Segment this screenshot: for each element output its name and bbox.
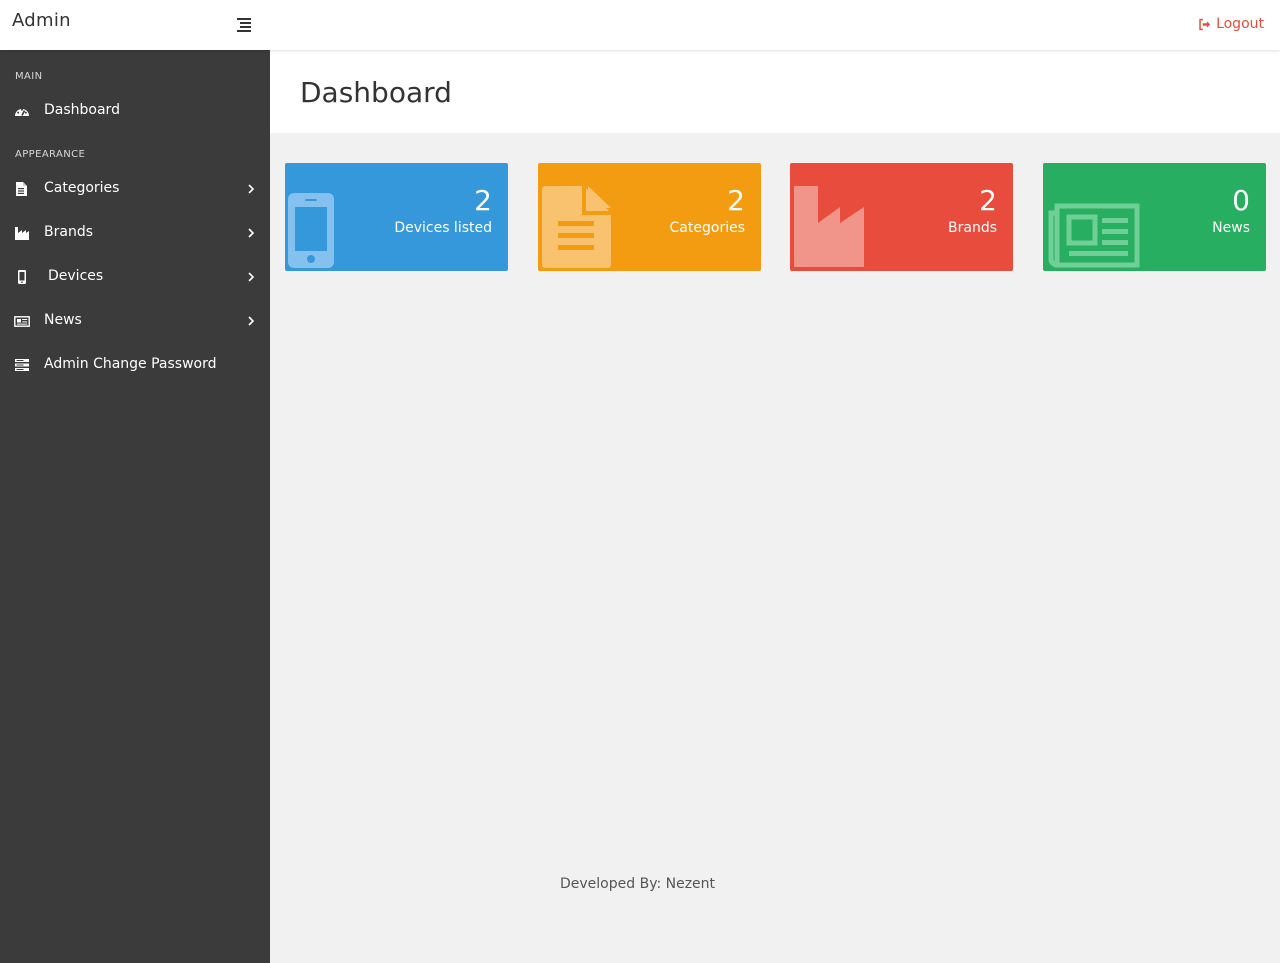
stat-count: 2 <box>727 184 745 217</box>
newspaper-icon <box>1048 203 1140 268</box>
newspaper-icon <box>14 316 30 327</box>
sidebar-item-categories[interactable]: Categories <box>0 171 270 207</box>
server-icon <box>15 359 29 371</box>
stat-card-news[interactable]: 0 News <box>1043 163 1266 271</box>
footer-credit: Developed By: Nezent <box>560 876 716 892</box>
file-icon <box>542 186 611 268</box>
sidebar-toggle-icon[interactable] <box>237 17 253 32</box>
file-icon <box>16 182 27 196</box>
sidebar-item-news[interactable]: News <box>0 303 270 339</box>
sidebar-section-main: MAIN <box>15 71 43 82</box>
chevron-right-icon <box>248 272 255 282</box>
sidebar-item-devices[interactable]: Devices <box>0 259 270 295</box>
industry-icon <box>794 186 864 267</box>
sidebar-item-label: Dashboard <box>44 102 120 118</box>
app-title: Admin <box>12 10 71 31</box>
stat-label: Devices listed <box>394 220 492 236</box>
industry-icon <box>15 227 29 240</box>
sidebar-item-label: Categories <box>44 180 120 196</box>
stat-label: News <box>1212 220 1250 236</box>
sidebar-item-label: Devices <box>48 268 104 284</box>
sidebar: MAIN Dashboard APPEARANCE Categories Bra… <box>0 50 270 963</box>
stat-label: Brands <box>948 220 997 236</box>
sidebar-item-admin-change-password[interactable]: Admin Change Password <box>0 347 270 383</box>
sidebar-item-label: Admin Change Password <box>44 356 217 372</box>
sidebar-section-appearance: APPEARANCE <box>15 149 86 160</box>
chevron-right-icon <box>248 316 255 326</box>
sidebar-item-dashboard[interactable]: Dashboard <box>0 93 270 129</box>
sidebar-item-label: News <box>44 312 82 328</box>
sidebar-item-brands[interactable]: Brands <box>0 215 270 251</box>
top-navbar: Admin Logout <box>0 0 1280 50</box>
dashboard-icon <box>15 108 29 116</box>
sign-out-icon <box>1199 18 1211 30</box>
brand-area: Admin <box>0 0 270 50</box>
stat-count: 2 <box>979 184 997 217</box>
stat-label: Categories <box>669 220 745 236</box>
stat-card-brands[interactable]: 2 Brands <box>790 163 1013 271</box>
page-title: Dashboard <box>300 76 452 109</box>
stat-count: 2 <box>474 184 492 217</box>
chevron-right-icon <box>248 228 255 238</box>
sidebar-item-label: Brands <box>44 224 93 240</box>
logout-link[interactable]: Logout <box>1198 16 1264 32</box>
stat-card-categories[interactable]: 2 Categories <box>538 163 761 271</box>
stat-card-devices[interactable]: 2 Devices listed <box>285 163 508 271</box>
mobile-icon <box>18 270 26 284</box>
stat-count: 0 <box>1232 184 1250 217</box>
logout-label: Logout <box>1216 16 1264 32</box>
mobile-icon <box>288 193 334 268</box>
page-header: Dashboard <box>270 50 1280 133</box>
chevron-right-icon <box>248 184 255 194</box>
